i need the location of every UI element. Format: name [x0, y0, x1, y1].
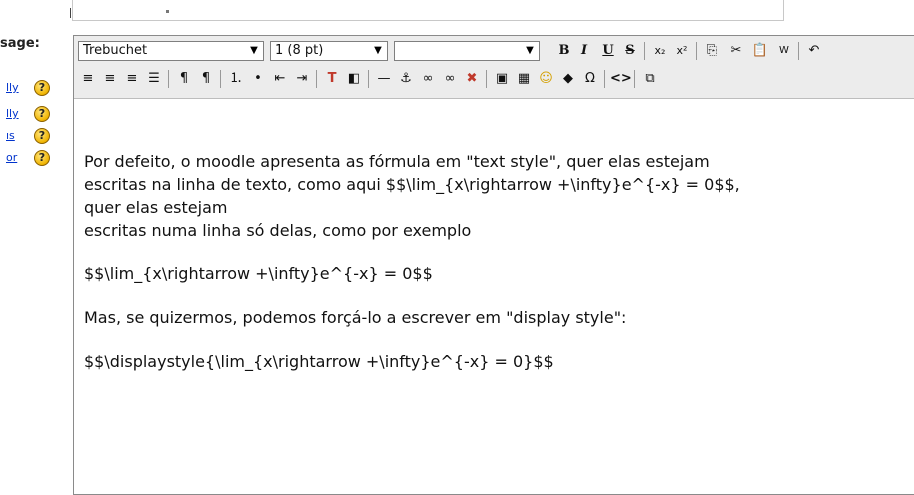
message-label: sage:: [0, 36, 40, 51]
font-size-select[interactable]: 1 (8 pt) ▼: [270, 41, 388, 61]
help-icon[interactable]: ?: [34, 106, 50, 122]
special-char-icon[interactable]: Ω: [580, 69, 600, 89]
search-icon[interactable]: ◆: [558, 69, 578, 89]
underline-button[interactable]: U: [598, 41, 618, 61]
help-icon[interactable]: ?: [34, 150, 50, 166]
subscript-button[interactable]: x₂: [650, 41, 670, 61]
content-line: $$\displaystyle{\lim_{x\rightarrow +\inf…: [84, 352, 554, 371]
source-code-icon[interactable]: <>: [610, 69, 632, 89]
dot-mark: [166, 10, 169, 13]
horizontal-rule-icon[interactable]: —: [374, 69, 394, 89]
help-link[interactable]: ıs: [6, 129, 15, 142]
align-left-icon[interactable]: ≡: [78, 69, 98, 89]
content-line: escritas numa linha só delas, como por e…: [84, 221, 472, 240]
content-line: escritas na linha de texto, como aqui $$…: [84, 175, 740, 194]
separator: [368, 70, 369, 88]
chevron-down-icon[interactable]: ▼: [247, 44, 261, 58]
help-link[interactable]: lly: [6, 107, 19, 120]
heading-select[interactable]: ▼: [394, 41, 540, 61]
separator: [168, 70, 169, 88]
copy-icon[interactable]: ⎘: [702, 41, 722, 61]
italic-button[interactable]: I: [574, 41, 594, 61]
align-right-icon[interactable]: ≡: [122, 69, 142, 89]
help-link[interactable]: lly: [6, 81, 19, 94]
text-color-icon[interactable]: T: [322, 69, 342, 89]
chevron-down-icon[interactable]: ▼: [371, 44, 385, 58]
separator: [644, 42, 645, 60]
help-icon[interactable]: ?: [34, 80, 50, 96]
smiley-icon[interactable]: ☺: [536, 69, 556, 89]
separator: [316, 70, 317, 88]
align-center-icon[interactable]: ≡: [100, 69, 120, 89]
separator: [634, 70, 635, 88]
anchor-icon[interactable]: ⚓: [396, 69, 416, 89]
indent-icon[interactable]: ⇥: [292, 69, 312, 89]
content-line: quer elas estejam: [84, 198, 228, 217]
editor-toolbar: Trebuchet ▼ 1 (8 pt) ▼ ▼ B I U S x₂ x² ⎘…: [74, 36, 914, 99]
help-icon[interactable]: ?: [34, 128, 50, 144]
ordered-list-icon[interactable]: ⒈: [226, 69, 246, 89]
content-line: Mas, se quizermos, podemos forçá-lo a es…: [84, 308, 627, 327]
font-family-select[interactable]: Trebuchet ▼: [78, 41, 264, 61]
unlink-icon[interactable]: ∞: [440, 69, 460, 89]
bold-button[interactable]: B: [554, 41, 574, 61]
image-icon[interactable]: ▣: [492, 69, 512, 89]
font-family-value: Trebuchet: [83, 43, 148, 58]
previous-field-box: [72, 0, 784, 21]
justify-icon[interactable]: ☰: [144, 69, 164, 89]
link-icon[interactable]: ∞: [418, 69, 438, 89]
background-color-icon[interactable]: ◧: [344, 69, 364, 89]
separator: [486, 70, 487, 88]
content-line: Por defeito, o moodle apresenta as fórmu…: [84, 152, 710, 171]
fullscreen-icon[interactable]: ⧉: [640, 69, 660, 89]
rtl-icon[interactable]: ¶: [196, 69, 216, 89]
content-line: $$\lim_{x\rightarrow +\infty}e^{-x} = 0$…: [84, 264, 433, 283]
ltr-icon[interactable]: ¶: [174, 69, 194, 89]
nolink-icon[interactable]: ✖: [462, 69, 482, 89]
unordered-list-icon[interactable]: •: [248, 69, 268, 89]
strikethrough-button[interactable]: S: [620, 41, 640, 61]
help-link[interactable]: or: [6, 151, 17, 164]
undo-icon[interactable]: ↶: [804, 41, 824, 61]
paste-word-icon[interactable]: W: [774, 41, 794, 61]
table-icon[interactable]: ▦: [514, 69, 534, 89]
separator: [604, 70, 605, 88]
outdent-icon[interactable]: ⇤: [270, 69, 290, 89]
paste-icon[interactable]: 📋: [750, 41, 770, 61]
superscript-button[interactable]: x²: [672, 41, 692, 61]
font-size-value: 1 (8 pt): [275, 43, 324, 58]
chevron-down-icon[interactable]: ▼: [523, 44, 537, 58]
separator: [798, 42, 799, 60]
cut-icon[interactable]: ✂: [726, 41, 746, 61]
separator: [220, 70, 221, 88]
separator: [696, 42, 697, 60]
text-cursor-mark: [70, 8, 71, 18]
